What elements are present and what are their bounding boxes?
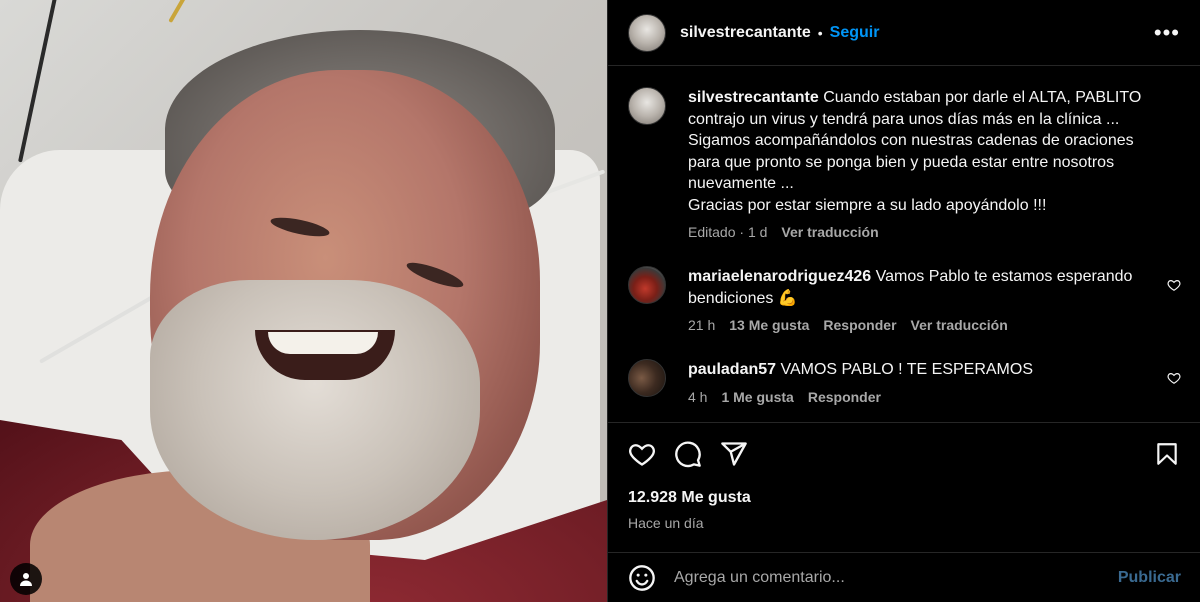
comment-likes[interactable]: 13 Me gusta bbox=[729, 317, 809, 333]
comment-meta: 21 h 13 Me gusta Responder Ver traducció… bbox=[688, 317, 1158, 333]
post-actions: 12.928 Me gusta Hace un día bbox=[608, 422, 1200, 550]
add-comment-bar: Publicar bbox=[608, 552, 1200, 602]
comments-section[interactable]: silvestrecantante Cuando estaban por dar… bbox=[608, 67, 1200, 422]
post-image[interactable] bbox=[0, 0, 607, 602]
bookmark-icon[interactable] bbox=[1153, 440, 1181, 468]
more-options-icon[interactable]: ••• bbox=[1154, 20, 1180, 46]
caption-text: silvestrecantante Cuando estaban por dar… bbox=[688, 87, 1158, 216]
small-heart-icon[interactable] bbox=[1167, 371, 1181, 385]
comment-likes[interactable]: 1 Me gusta bbox=[721, 389, 793, 405]
follow-button[interactable]: Seguir bbox=[830, 24, 880, 42]
wire-shape bbox=[168, 0, 232, 23]
caption-line: para que pronto se ponga bien y pueda es… bbox=[688, 153, 1115, 171]
likes-count[interactable]: 12.928 Me gusta bbox=[628, 489, 1181, 507]
wire-shape bbox=[18, 0, 58, 163]
edited-label: Editado bbox=[688, 224, 736, 240]
caption-meta: Editado · 1 d Ver traducción bbox=[688, 224, 879, 240]
avatar[interactable] bbox=[628, 13, 666, 52]
avatar[interactable] bbox=[628, 359, 666, 397]
translate-link[interactable]: Ver traducción bbox=[911, 317, 1008, 333]
comment-text: VAMOS PABLO ! TE ESPERAMOS bbox=[780, 361, 1033, 378]
caption-line: Sigamos acompañándolos con nuestras cade… bbox=[688, 132, 1134, 149]
avatar[interactable] bbox=[628, 266, 666, 304]
comment-time[interactable]: 21 h bbox=[688, 317, 715, 333]
comment-icon[interactable] bbox=[674, 440, 702, 468]
emoji-icon[interactable] bbox=[628, 564, 656, 592]
list-item: pauladan57 VAMOS PABLO ! TE ESPERAMOS 4 … bbox=[628, 359, 1181, 405]
comment-time[interactable]: 4 h bbox=[688, 389, 707, 405]
avatar[interactable] bbox=[628, 87, 666, 125]
comment-username[interactable]: pauladan57 bbox=[688, 361, 776, 378]
caption-username[interactable]: silvestrecantante bbox=[688, 89, 819, 106]
comment-input[interactable] bbox=[674, 568, 1118, 587]
caption-line: contrajo un virus y tendrá para unos día… bbox=[688, 110, 1120, 128]
caption-time[interactable]: 1 d bbox=[748, 224, 767, 240]
caption-line: nuevamente ... bbox=[688, 175, 794, 192]
comment-username[interactable]: mariaelenarodriguez426 bbox=[688, 268, 871, 285]
small-heart-icon[interactable] bbox=[1167, 278, 1181, 292]
reply-button[interactable]: Responder bbox=[808, 389, 881, 405]
post-header: silvestrecantante • Seguir ••• bbox=[608, 0, 1200, 66]
caption-line: Gracias por estar siempre a su lado apoy… bbox=[688, 196, 1047, 214]
list-item: mariaelenarodriguez426 Vamos Pablo te es… bbox=[628, 266, 1181, 333]
heart-icon[interactable] bbox=[628, 440, 656, 468]
separator-dot: • bbox=[817, 24, 823, 41]
posted-time[interactable]: Hace un día bbox=[628, 515, 1181, 531]
header-username[interactable]: silvestrecantante bbox=[680, 24, 811, 42]
post-side-panel: silvestrecantante • Seguir ••• silvestre… bbox=[607, 0, 1200, 602]
teeth-shape bbox=[268, 332, 378, 354]
translate-link[interactable]: Ver traducción bbox=[781, 224, 878, 240]
share-icon[interactable] bbox=[720, 440, 748, 468]
comment-meta: 4 h 1 Me gusta Responder bbox=[688, 389, 1158, 405]
caption: silvestrecantante Cuando estaban por dar… bbox=[628, 87, 1181, 240]
user-tag-icon[interactable] bbox=[10, 563, 42, 595]
publish-button[interactable]: Publicar bbox=[1118, 569, 1181, 587]
caption-line: Cuando estaban por darle el ALTA, PABLIT… bbox=[823, 89, 1142, 106]
beard-shape bbox=[150, 280, 480, 540]
reply-button[interactable]: Responder bbox=[823, 317, 896, 333]
